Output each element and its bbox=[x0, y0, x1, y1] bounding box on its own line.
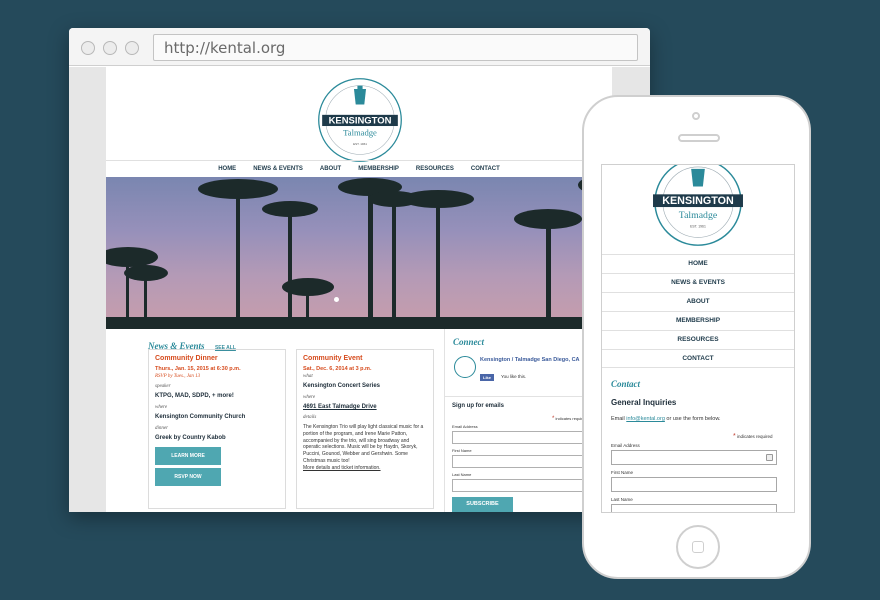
camera-icon bbox=[692, 112, 700, 120]
learn-more-button[interactable]: LEARN MORE bbox=[155, 447, 221, 465]
hero-slideshow[interactable]: Photo taken by See all bbox=[106, 177, 650, 329]
m-first-name-label: First Name bbox=[611, 470, 634, 475]
contact-email-text: Email info@kental.org or use the form be… bbox=[611, 416, 721, 422]
page-gutter-left bbox=[69, 67, 106, 512]
phone-device: KENSINGTON Talmadge EST. 1961 HOME NEWS … bbox=[582, 95, 811, 579]
more-details-link[interactable]: More details and ticket information. bbox=[303, 465, 427, 472]
fb-page-avatar[interactable] bbox=[454, 356, 476, 378]
logo-sub: Talmadge bbox=[343, 127, 377, 137]
logo-name: KENSINGTON bbox=[329, 115, 392, 126]
card-date: Sat., Dec. 6, 2014 at 3 p.m. bbox=[303, 366, 372, 372]
m-logo-name: KENSINGTON bbox=[662, 195, 734, 207]
fb-page-name[interactable]: Kensington / Talmadge San Diego, CA bbox=[480, 357, 580, 364]
window-close-button[interactable] bbox=[81, 41, 95, 55]
m-logo-sub: Talmadge bbox=[679, 210, 717, 221]
connect-title: Connect bbox=[453, 337, 485, 347]
nav-contact[interactable]: CONTACT bbox=[471, 166, 500, 177]
m-nav-membership[interactable]: MEMBERSHIP bbox=[602, 311, 794, 330]
slide-indicator-dot[interactable] bbox=[334, 297, 339, 302]
m-nav-resources[interactable]: RESOURCES bbox=[602, 330, 794, 349]
email-link[interactable]: info@kental.org bbox=[626, 416, 665, 422]
email-pre: Email bbox=[611, 416, 627, 422]
nav-membership[interactable]: MEMBERSHIP bbox=[358, 166, 399, 177]
card-dinner: Greek by Country Kabob bbox=[155, 435, 226, 441]
site-logo[interactable]: KENSINGTON Talmadge EST. 1961 bbox=[317, 77, 403, 168]
m-last-name-label: Last Name bbox=[611, 497, 633, 502]
card-details: The Kensington Trio will play light clas… bbox=[303, 424, 424, 464]
m-logo-est: EST. 1961 bbox=[690, 225, 706, 229]
palm-trees-image bbox=[106, 177, 650, 329]
card-where: Kensington Community Church bbox=[155, 414, 246, 420]
m-nav-news-events[interactable]: NEWS & EVENTS bbox=[602, 273, 794, 292]
last-name-field[interactable] bbox=[452, 479, 583, 492]
nav-about[interactable]: ABOUT bbox=[320, 166, 341, 177]
home-square-icon bbox=[692, 541, 704, 553]
email-post: or use the form below. bbox=[664, 416, 721, 422]
subscribe-button[interactable]: SUBSCRIBE bbox=[452, 497, 513, 512]
m-required-text: indicates required bbox=[737, 434, 773, 439]
window-maximize-button[interactable] bbox=[125, 41, 139, 55]
required-asterisk: * bbox=[552, 416, 555, 422]
address-bar[interactable]: http://kental.org bbox=[153, 34, 638, 61]
m-required-note: * indicates required bbox=[733, 433, 773, 440]
home-button[interactable] bbox=[676, 525, 720, 569]
fb-like-text: You like this. bbox=[501, 374, 527, 379]
mobile-contact-title: Contact bbox=[611, 379, 641, 389]
nav-home[interactable]: HOME bbox=[218, 166, 236, 177]
email-field[interactable] bbox=[452, 431, 583, 444]
email-label: Email Address bbox=[452, 424, 478, 429]
m-nav-home[interactable]: HOME bbox=[602, 254, 794, 273]
nav-news-events[interactable]: NEWS & EVENTS bbox=[253, 166, 303, 177]
card-label: where bbox=[303, 395, 316, 400]
card-address-link[interactable]: 4691 East Talmadge Drive bbox=[303, 404, 427, 410]
event-card-dinner: Community Dinner Thurs., Jan. 15, 2015 a… bbox=[148, 349, 286, 509]
signup-title: Sign up for emails bbox=[452, 403, 505, 409]
phone-screen: KENSINGTON Talmadge EST. 1961 HOME NEWS … bbox=[601, 164, 795, 513]
card-speaker: KTPG, MAD, SDPD, + more! bbox=[155, 393, 234, 399]
card-label: where bbox=[155, 405, 168, 410]
general-inquiries-heading: General Inquiries bbox=[611, 398, 677, 407]
main-nav: HOME NEWS & EVENTS ABOUT MEMBERSHIP RESO… bbox=[106, 160, 612, 177]
card-heading: Community Dinner bbox=[155, 355, 218, 362]
m-first-name-field[interactable] bbox=[611, 477, 777, 492]
browser-chrome: http://kental.org bbox=[69, 28, 650, 66]
card-label: details bbox=[303, 415, 317, 420]
m-nav-about[interactable]: ABOUT bbox=[602, 292, 794, 311]
browser-window: http://kental.org KENSINGTON Talmadge ES… bbox=[69, 28, 650, 512]
card-label: dinner bbox=[155, 426, 169, 431]
card-label: what bbox=[303, 374, 313, 379]
nav-resources[interactable]: RESOURCES bbox=[416, 166, 454, 177]
card-what: Kensington Concert Series bbox=[303, 383, 381, 389]
first-name-field[interactable] bbox=[452, 455, 583, 468]
autofill-icon[interactable] bbox=[766, 454, 773, 461]
column-divider bbox=[444, 329, 445, 512]
speaker-grille bbox=[678, 134, 720, 142]
card-date: Thurs., Jan. 15, 2015 at 6:30 p.m. bbox=[155, 366, 241, 372]
rsvp-now-button[interactable]: RSVP NOW bbox=[155, 468, 221, 486]
m-email-field[interactable] bbox=[611, 450, 777, 465]
m-last-name-field[interactable] bbox=[611, 504, 777, 512]
logo-est: EST. 1961 bbox=[353, 142, 367, 146]
window-minimize-button[interactable] bbox=[103, 41, 117, 55]
card-label: speaker bbox=[155, 384, 171, 389]
m-nav-contact[interactable]: CONTACT bbox=[602, 349, 794, 368]
card-heading: Community Event bbox=[303, 355, 363, 362]
m-email-label: Email Address bbox=[611, 443, 640, 448]
last-name-label: Last Name bbox=[452, 472, 472, 477]
m-required-asterisk: * bbox=[733, 433, 736, 440]
first-name-label: First Name bbox=[452, 448, 472, 453]
event-card-concert: Community Event Sat., Dec. 6, 2014 at 3 … bbox=[296, 349, 434, 509]
page-viewport: KENSINGTON Talmadge EST. 1961 HOME NEWS … bbox=[69, 67, 650, 512]
fb-like-button[interactable]: Like bbox=[480, 374, 495, 381]
card-rsvp-deadline: RSVP by Tues., Jan 13 bbox=[155, 374, 201, 379]
mobile-site-logo[interactable]: KENSINGTON Talmadge EST. 1961 bbox=[649, 165, 747, 258]
mobile-nav: HOME NEWS & EVENTS ABOUT MEMBERSHIP RESO… bbox=[602, 254, 794, 368]
